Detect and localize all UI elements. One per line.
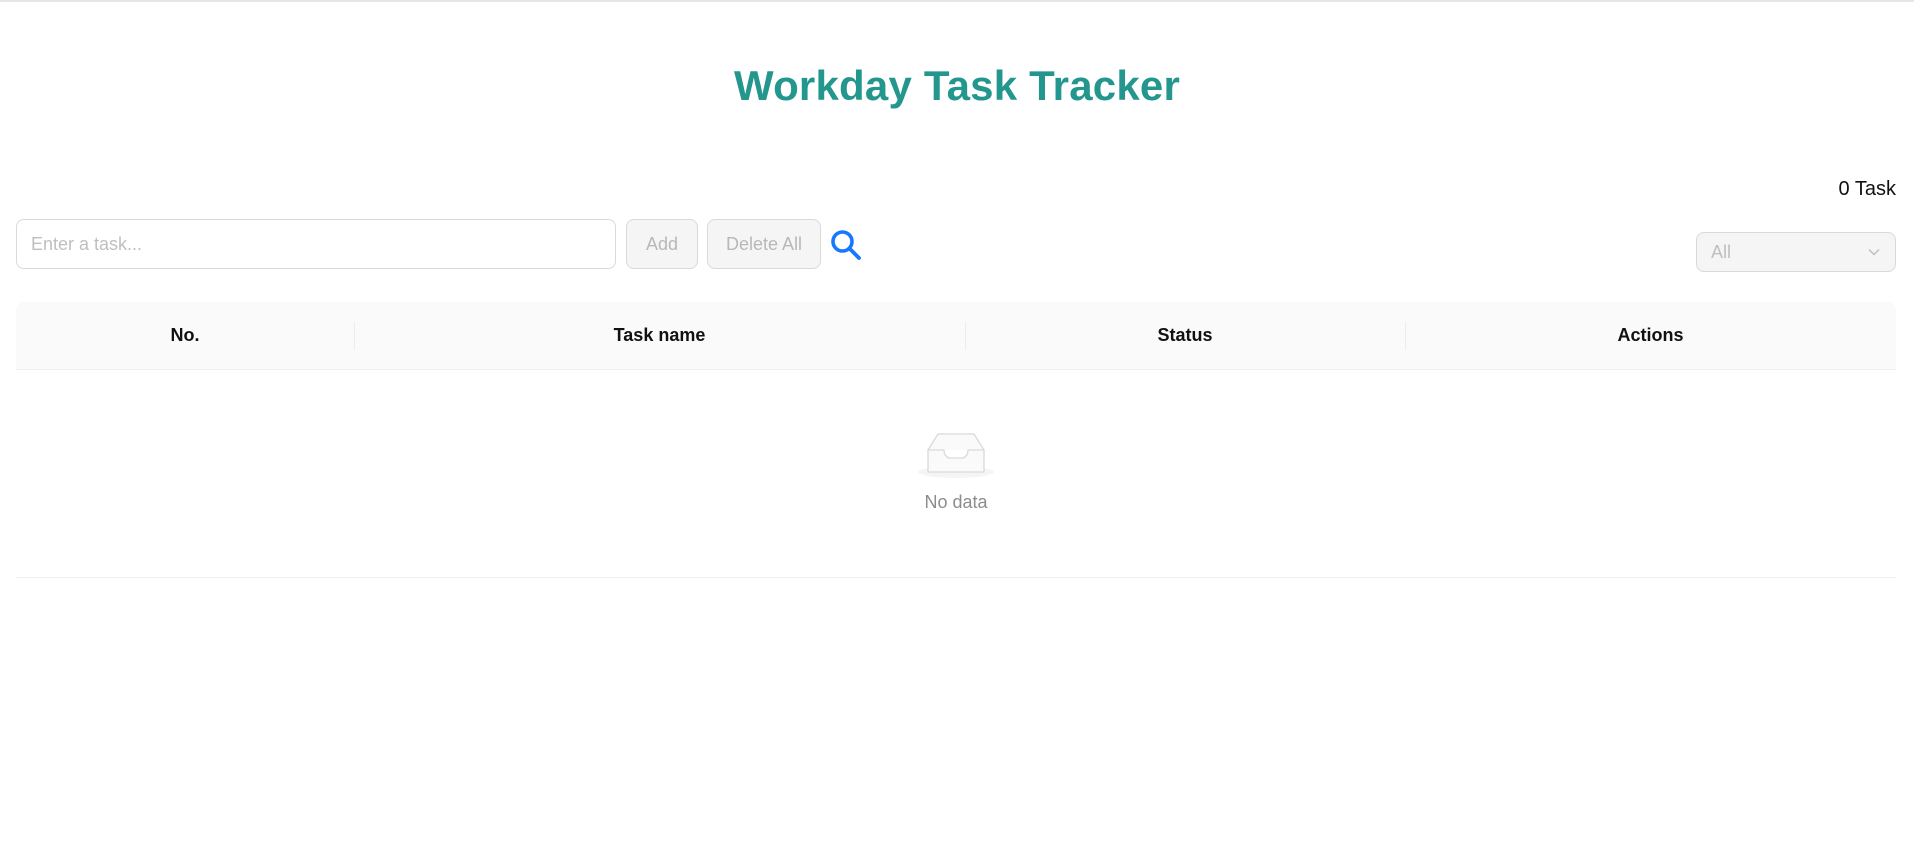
table-body: No data bbox=[16, 370, 1896, 578]
task-input[interactable] bbox=[16, 219, 616, 269]
table-header: No. Task name Status Actions bbox=[16, 302, 1896, 370]
top-divider bbox=[0, 0, 1914, 2]
page-title: Workday Task Tracker bbox=[733, 62, 1181, 109]
add-button[interactable]: Add bbox=[626, 219, 698, 269]
empty-inbox-icon bbox=[918, 433, 994, 478]
column-header-task-name: Task name bbox=[354, 302, 965, 369]
column-header-actions: Actions bbox=[1405, 302, 1896, 369]
delete-all-button[interactable]: Delete All bbox=[707, 219, 821, 269]
column-header-no: No. bbox=[170, 325, 200, 345]
task-table: No. Task name Status Actions No data bbox=[16, 302, 1896, 578]
column-header-status: Status bbox=[965, 302, 1405, 369]
empty-state: No data bbox=[16, 428, 1896, 513]
search-icon[interactable] bbox=[829, 228, 863, 262]
empty-state-text: No data bbox=[924, 492, 988, 512]
chevron-down-icon bbox=[1868, 248, 1880, 256]
task-count: 0 Task bbox=[1838, 178, 1896, 200]
status-filter-select[interactable]: All bbox=[1696, 232, 1896, 272]
status-filter-value: All bbox=[1711, 241, 1732, 262]
